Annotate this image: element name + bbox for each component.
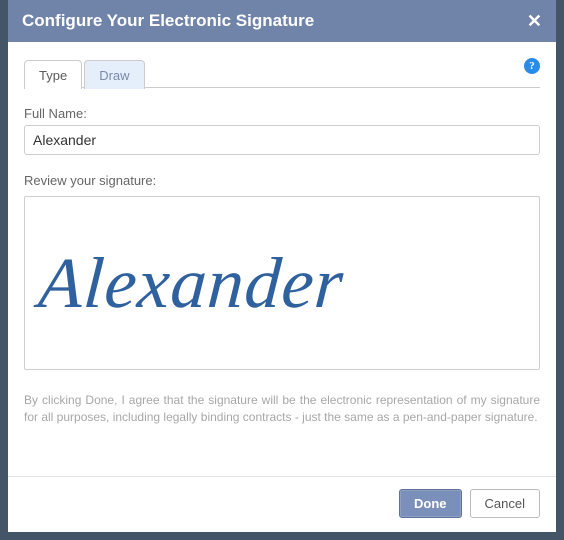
done-button[interactable]: Done (399, 489, 462, 518)
dialog-body: Type Draw ? Full Name: Review your signa… (8, 42, 556, 460)
close-icon[interactable]: ✕ (527, 12, 542, 30)
review-label: Review your signature: (24, 173, 540, 188)
signature-preview-box: Alexander (24, 196, 540, 370)
full-name-label: Full Name: (24, 106, 540, 121)
signature-preview-text: Alexander (36, 247, 346, 319)
dialog-title: Configure Your Electronic Signature (22, 11, 314, 31)
signature-dialog: Configure Your Electronic Signature ✕ Ty… (0, 0, 564, 540)
disclaimer-text: By clicking Done, I agree that the signa… (24, 392, 540, 427)
dialog-footer: Done Cancel (8, 476, 556, 532)
cancel-button[interactable]: Cancel (470, 489, 540, 518)
tab-draw[interactable]: Draw (84, 60, 144, 89)
dialog-titlebar: Configure Your Electronic Signature ✕ (8, 0, 556, 42)
help-icon[interactable]: ? (524, 58, 540, 74)
tab-type[interactable]: Type (24, 60, 82, 89)
full-name-input[interactable] (24, 125, 540, 155)
tabs-row: Type Draw ? (24, 54, 540, 88)
